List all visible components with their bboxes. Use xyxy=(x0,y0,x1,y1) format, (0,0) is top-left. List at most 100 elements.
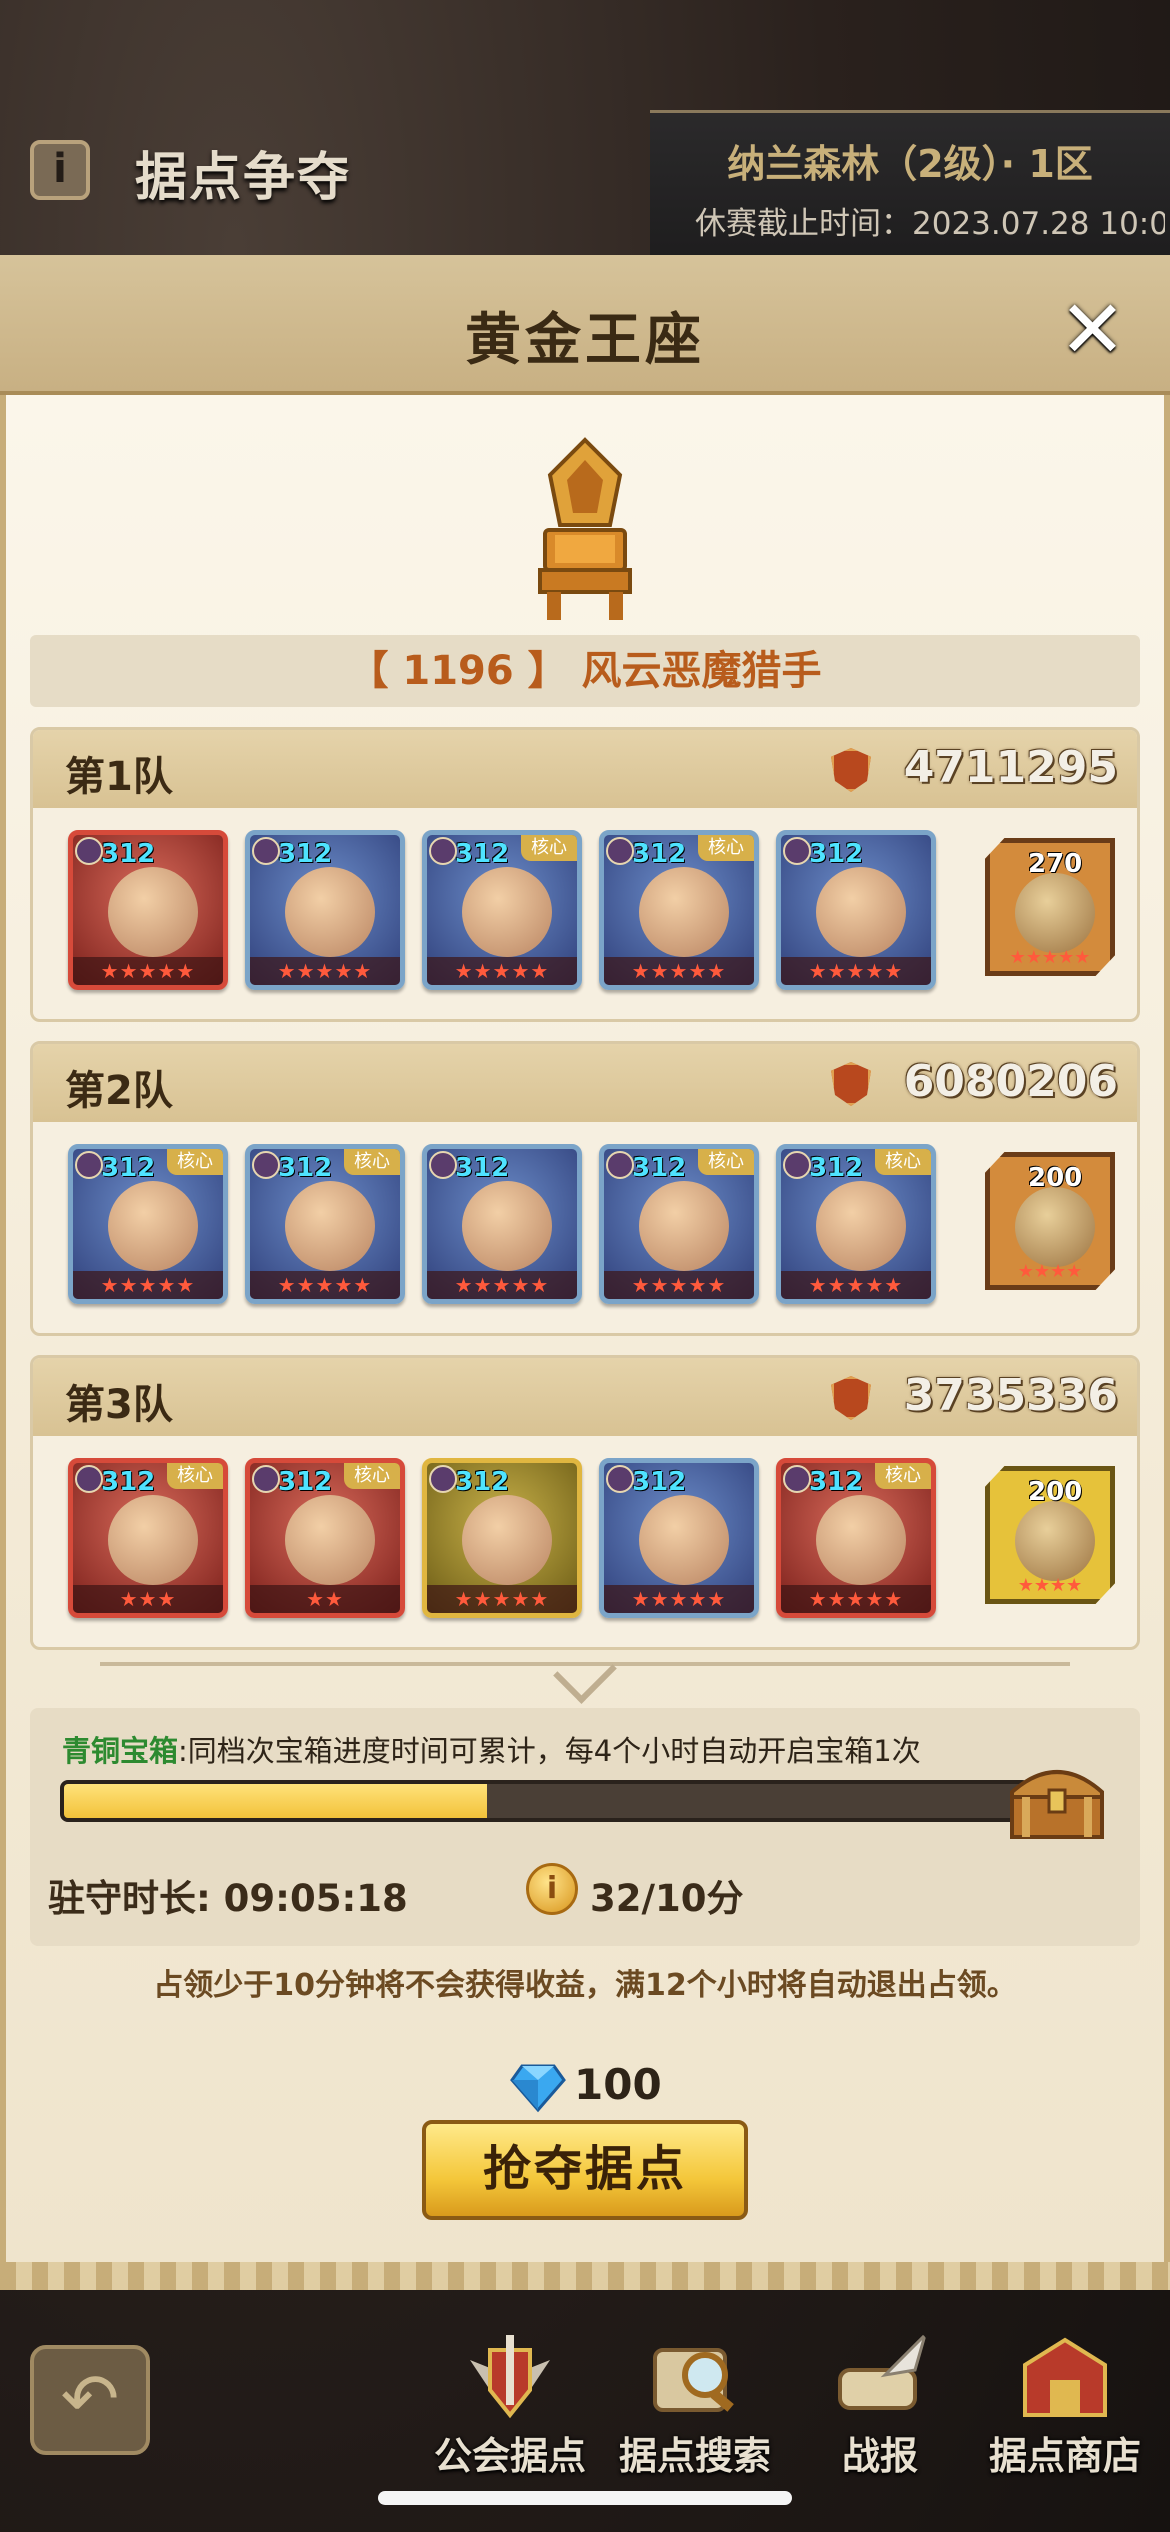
pet-level: 200 xyxy=(1028,1163,1083,1193)
pet-card[interactable]: 200 ★★★★ xyxy=(985,1152,1115,1290)
hero-portrait xyxy=(285,867,375,957)
class-icon xyxy=(75,1151,103,1179)
hero-portrait xyxy=(108,867,198,957)
team-power: 6080206 xyxy=(903,1056,1118,1107)
star-rating: ★★★★★ xyxy=(604,1585,754,1613)
region-name: 纳兰森林（2级）· 1区 xyxy=(727,142,1093,186)
nav-label: 公会据点 xyxy=(433,2434,586,2478)
hero-card[interactable]: 312 核心 ★★ xyxy=(245,1458,405,1618)
hero-card[interactable]: 312 ★★★★★ xyxy=(422,1458,582,1618)
class-icon xyxy=(252,1465,280,1493)
truce-deadline: 休赛截止时间：2023.07.28 10:00:00 xyxy=(695,206,1165,238)
hero-card[interactable]: 312 核心 ★★★★★ xyxy=(776,1458,936,1618)
class-icon xyxy=(606,1151,634,1179)
pet-portrait xyxy=(1015,1501,1095,1581)
star-rating: ★★★★★ xyxy=(427,957,577,985)
hero-portrait xyxy=(285,1495,375,1585)
nav-stronghold-shop[interactable]: 据点商店 xyxy=(970,2330,1160,2480)
star-rating: ★★★★★ xyxy=(250,1271,400,1299)
chest-progress-bar xyxy=(60,1780,1030,1822)
info-icon: i xyxy=(53,146,67,192)
panel-title: 黄金王座 xyxy=(465,308,705,373)
hero-portrait xyxy=(639,1181,729,1271)
power-icon xyxy=(831,748,871,792)
hero-card[interactable]: 312 ★★★★★ xyxy=(776,830,936,990)
nav-label: 据点商店 xyxy=(988,2434,1141,2478)
pet-portrait xyxy=(1015,1187,1095,1267)
hero-portrait xyxy=(639,1495,729,1585)
hero-card[interactable]: 312 核心 ★★★★★ xyxy=(68,1144,228,1304)
team-name: 第1队 xyxy=(65,754,173,800)
star-rating: ★★★★★ xyxy=(73,1271,223,1299)
hero-card[interactable]: 312 核心 ★★★★★ xyxy=(599,1144,759,1304)
class-icon xyxy=(429,837,457,865)
star-rating: ★★★★★ xyxy=(781,1271,931,1299)
hero-card[interactable]: 312 ★★★★★ xyxy=(68,830,228,990)
nav-battle-report[interactable]: 战报 xyxy=(785,2330,975,2480)
hero-level: 312 xyxy=(101,839,156,869)
hero-card[interactable]: 312 核心 ★★★★★ xyxy=(776,1144,936,1304)
team-header: 第1队 4711295 xyxy=(33,730,1137,808)
star-rating: ★★★★★ xyxy=(73,957,223,985)
hero-card[interactable]: 312 核心 ★★★★★ xyxy=(245,1144,405,1304)
hero-level: 312 xyxy=(455,1467,510,1497)
pet-card[interactable]: 270 ★★★★★ xyxy=(985,838,1115,976)
hero-card[interactable]: 312 核心 ★★★ xyxy=(68,1458,228,1618)
hero-level: 312 xyxy=(632,1467,687,1497)
star-rating: ★★★★★ xyxy=(1009,947,1091,968)
class-icon xyxy=(252,837,280,865)
close-icon: ✕ xyxy=(1058,283,1127,376)
hero-level: 312 xyxy=(809,1467,864,1497)
guard-duration: 驻守时长: 09:05:18 xyxy=(48,1877,408,1920)
hero-level: 312 xyxy=(809,839,864,869)
chest-rule: :同档次宝箱进度时间可累计，每4个小时自动开启宝箱1次 xyxy=(178,1734,921,1768)
class-icon xyxy=(606,837,634,865)
class-icon xyxy=(252,1151,280,1179)
home-indicator[interactable] xyxy=(378,2491,792,2505)
class-icon xyxy=(783,837,811,865)
pet-level: 270 xyxy=(1028,849,1083,879)
team-header: 第3队 3735336 xyxy=(33,1358,1137,1436)
power-icon xyxy=(831,1376,871,1420)
hero-card[interactable]: 312 ★★★★★ xyxy=(245,830,405,990)
pet-card[interactable]: 200 ★★★★ xyxy=(985,1466,1115,1604)
chest-progress-box: 青铜宝箱:同档次宝箱进度时间可累计，每4个小时自动开启宝箱1次 驻守时长: 09… xyxy=(30,1708,1140,1946)
close-button[interactable]: ✕ xyxy=(1055,290,1130,370)
panel-header: 黄金王座 xyxy=(0,255,1170,395)
hero-portrait xyxy=(462,1181,552,1271)
hero-portrait xyxy=(108,1181,198,1271)
star-rating: ★★★★★ xyxy=(250,957,400,985)
core-badge: 核心 xyxy=(698,835,754,861)
panel-bottom-border xyxy=(0,2262,1170,2290)
class-icon xyxy=(429,1465,457,1493)
power-icon xyxy=(831,1062,871,1106)
hero-card[interactable]: 312 核心 ★★★★★ xyxy=(422,830,582,990)
hero-portrait xyxy=(462,1495,552,1585)
nav-guild-stronghold[interactable]: 公会据点 xyxy=(415,2330,605,2480)
pet-level: 200 xyxy=(1028,1477,1083,1507)
shop-icon xyxy=(1023,2337,1107,2417)
nav-label: 战报 xyxy=(841,2434,918,2478)
hero-level: 312 xyxy=(278,1467,333,1497)
hero-level: 312 xyxy=(632,1153,687,1183)
class-icon xyxy=(75,1465,103,1493)
nav-stronghold-search[interactable]: 据点搜索 xyxy=(600,2330,790,2480)
back-button[interactable]: ↶ xyxy=(30,2345,150,2455)
treasure-chest-icon xyxy=(1010,1770,1104,1839)
hero-card[interactable]: 312 核心 ★★★★★ xyxy=(599,830,759,990)
pet-portrait xyxy=(1015,873,1095,953)
info-button[interactable]: i xyxy=(30,140,90,200)
class-icon xyxy=(606,1465,634,1493)
team-power: 4711295 xyxy=(903,742,1118,793)
hero-level: 312 xyxy=(278,1153,333,1183)
seize-stronghold-button[interactable]: 抢夺据点 xyxy=(422,2120,748,2220)
hero-card[interactable]: 312 ★★★★★ xyxy=(599,1458,759,1618)
star-rating: ★★★★ xyxy=(1017,1261,1083,1282)
class-icon xyxy=(783,1465,811,1493)
class-icon xyxy=(429,1151,457,1179)
coin-icon: i xyxy=(526,1863,578,1915)
hero-card[interactable]: 312 ★★★★★ xyxy=(422,1144,582,1304)
chest-name: 青铜宝箱 xyxy=(62,1734,179,1768)
star-rating: ★★★★★ xyxy=(604,1271,754,1299)
team-header: 第2队 6080206 xyxy=(33,1044,1137,1122)
